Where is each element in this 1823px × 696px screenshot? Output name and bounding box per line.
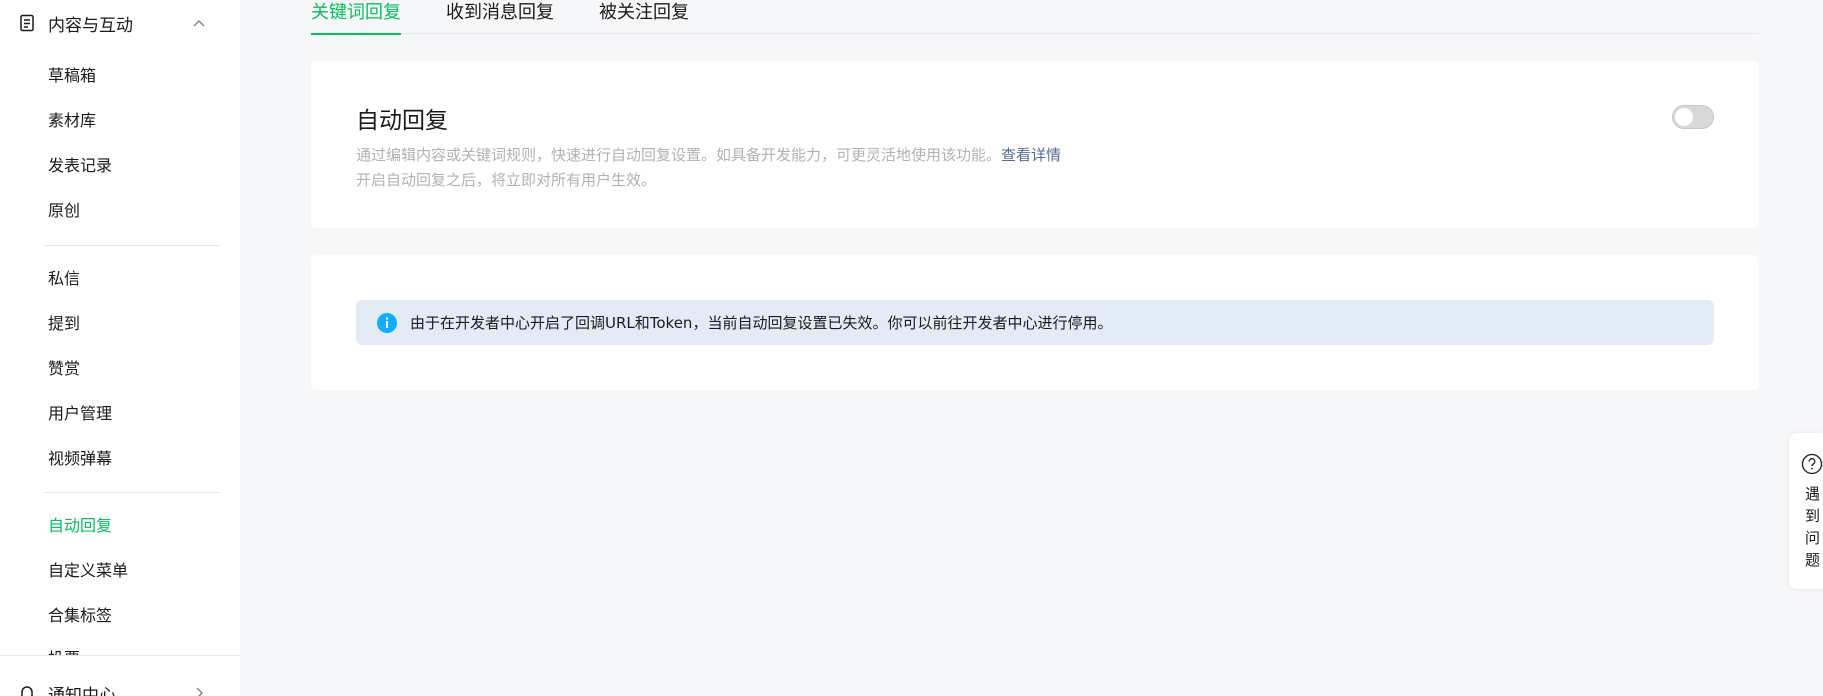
sidebar-item-collection-tags[interactable]: 合集标签 bbox=[48, 602, 112, 630]
info-icon bbox=[376, 312, 398, 334]
help-char: 到 bbox=[1805, 507, 1821, 525]
question-icon bbox=[1801, 453, 1823, 475]
sidebar-divider bbox=[44, 492, 220, 493]
sidebar-item-custom-menu[interactable]: 自定义菜单 bbox=[48, 557, 128, 585]
auto-reply-description-text: 通过编辑内容或关键词规则，快速进行自动回复设置。如具备开发能力，可更灵活地使用该… bbox=[356, 146, 1002, 164]
toggle-knob bbox=[1675, 108, 1693, 126]
auto-reply-card: 自动回复 通过编辑内容或关键词规则，快速进行自动回复设置。如具备开发能力，可更灵… bbox=[311, 61, 1759, 228]
notice-card: 由于在开发者中心开启了回调URL和Token，当前自动回复设置已失效。你可以前往… bbox=[311, 255, 1759, 390]
view-details-link[interactable]: 查看详情 bbox=[1001, 146, 1061, 164]
sidebar-item-original[interactable]: 原创 bbox=[48, 197, 80, 225]
sidebar-item-user-management[interactable]: 用户管理 bbox=[48, 400, 112, 428]
tab-keyword-reply[interactable]: 关键词回复 bbox=[311, 0, 401, 35]
notice-banner: 由于在开发者中心开启了回调URL和Token，当前自动回复设置已失效。你可以前往… bbox=[356, 300, 1714, 345]
tab-follow-reply[interactable]: 被关注回复 bbox=[599, 0, 689, 34]
sidebar-divider bbox=[44, 245, 220, 246]
chevron-right-icon[interactable] bbox=[190, 684, 208, 696]
sidebar-divider bbox=[0, 655, 240, 656]
auto-reply-title: 自动回复 bbox=[356, 108, 448, 134]
sidebar-item-drafts[interactable]: 草稿箱 bbox=[48, 62, 96, 90]
sidebar-item-messages[interactable]: 私信 bbox=[48, 265, 80, 293]
sidebar-group-label: 通知中心 bbox=[48, 685, 116, 696]
auto-reply-note: 开启自动回复之后，将立即对所有用户生效。 bbox=[356, 171, 657, 189]
help-char: 题 bbox=[1805, 551, 1821, 569]
sidebar-item-publish-records[interactable]: 发表记录 bbox=[48, 152, 112, 180]
sidebar-item-mentions[interactable]: 提到 bbox=[48, 310, 80, 338]
sidebar-item-rewards[interactable]: 赞赏 bbox=[48, 355, 80, 383]
notice-text: 由于在开发者中心开启了回调URL和Token，当前自动回复设置已失效。你可以前往… bbox=[410, 314, 1113, 332]
auto-reply-toggle[interactable] bbox=[1672, 105, 1714, 129]
sidebar-item-materials[interactable]: 素材库 bbox=[48, 107, 96, 135]
reply-tabs: 关键词回复 收到消息回复 被关注回复 bbox=[311, 0, 1759, 35]
sidebar-group-label: 内容与互动 bbox=[48, 15, 133, 36]
tab-message-reply[interactable]: 收到消息回复 bbox=[446, 0, 554, 34]
help-char: 问 bbox=[1805, 529, 1821, 547]
auto-reply-description: 通过编辑内容或关键词规则，快速进行自动回复设置。如具备开发能力，可更灵活地使用该… bbox=[356, 144, 1061, 165]
help-label: 遇 到 问 题 bbox=[1805, 483, 1820, 571]
sidebar-item-auto-reply[interactable]: 自动回复 bbox=[48, 512, 112, 540]
sidebar-group-notifications[interactable]: 通知中心 bbox=[18, 678, 208, 696]
help-char: 遇 bbox=[1805, 485, 1821, 503]
app-root: 内容与互动 草稿箱 素材库 发表记录 原创 私信 提到 赞赏 用户管理 视频弹幕… bbox=[0, 0, 1823, 696]
document-icon bbox=[18, 14, 36, 32]
help-float-button[interactable]: 遇 到 问 题 bbox=[1789, 433, 1823, 589]
sidebar-group-content-interaction[interactable]: 内容与互动 bbox=[18, 8, 208, 38]
chevron-up-icon[interactable] bbox=[190, 14, 208, 32]
sidebar: 内容与互动 草稿箱 素材库 发表记录 原创 私信 提到 赞赏 用户管理 视频弹幕… bbox=[0, 0, 240, 696]
bell-icon bbox=[18, 684, 36, 696]
sidebar-item-video-danmaku[interactable]: 视频弹幕 bbox=[48, 445, 112, 473]
